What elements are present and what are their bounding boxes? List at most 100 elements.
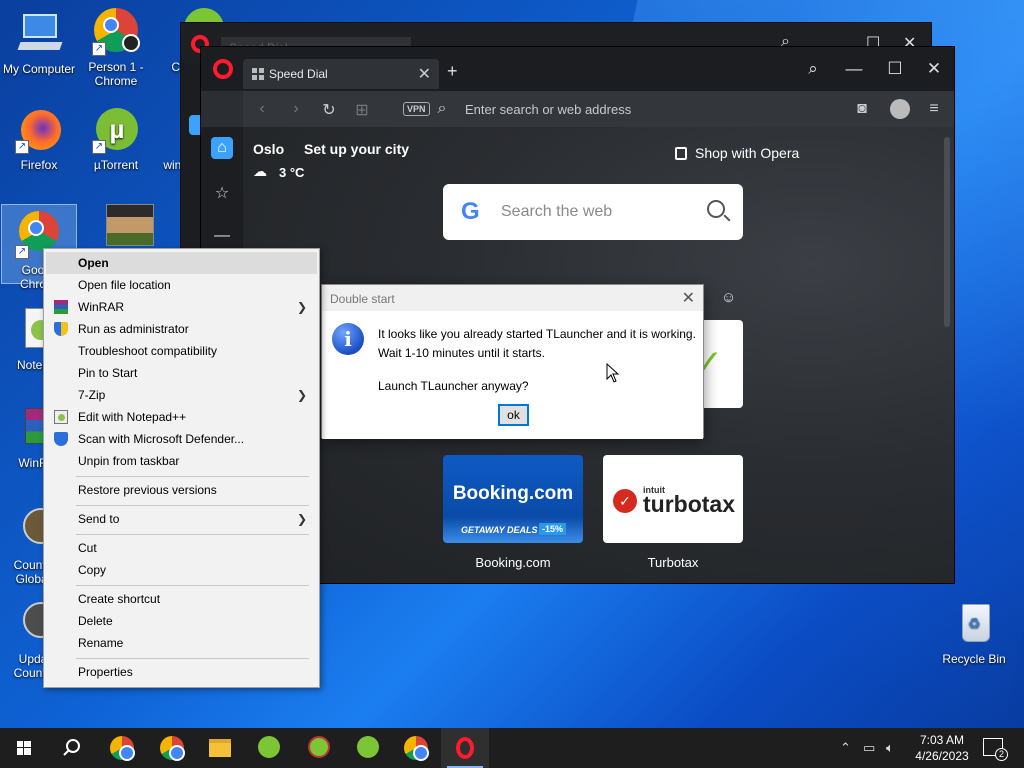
minimize-icon[interactable]: — xyxy=(839,59,869,79)
menu-item-7zip[interactable]: 7-Zip ❯ xyxy=(46,384,317,406)
desktop-icon-utorrent[interactable]: µ ↗ µTorrent xyxy=(78,106,154,172)
menu-item-unpin-from-taskbar[interactable]: Unpin from taskbar xyxy=(46,450,317,472)
menu-item-copy[interactable]: Copy xyxy=(46,559,317,581)
speed-dial-tile-booking[interactable]: Booking.com GETAWAY DEALS -15% xyxy=(443,455,583,543)
easy-setup-icon[interactable]: ≡ xyxy=(923,100,945,118)
menu-item-pin-to-start[interactable]: Pin to Start xyxy=(46,362,317,384)
menu-separator xyxy=(76,534,309,535)
info-icon: i xyxy=(332,323,364,355)
taskbar-chrome-profile[interactable] xyxy=(148,728,196,768)
app-icon xyxy=(308,736,330,758)
menu-item-edit-with-notepad[interactable]: Edit with Notepad++ xyxy=(46,406,317,428)
taskbar-chrome[interactable] xyxy=(98,728,146,768)
forward-icon[interactable]: › xyxy=(285,100,307,118)
tabs-grid-icon[interactable]: ⊞ xyxy=(351,100,373,120)
clock[interactable]: 7:03 AM 4/26/2023 xyxy=(912,732,972,764)
taskbar-file-explorer[interactable] xyxy=(196,728,244,768)
notification-center-icon[interactable]: 2 xyxy=(983,738,1008,761)
home-icon[interactable]: ⌂ xyxy=(211,137,233,159)
vpn-badge[interactable]: VPN xyxy=(403,102,430,116)
profile-avatar-icon[interactable] xyxy=(890,99,910,119)
menu-item-winrar[interactable]: WinRAR ❯ xyxy=(46,296,317,318)
taskbar-app-3[interactable] xyxy=(344,728,392,768)
tile-label-booking[interactable]: Booking.com xyxy=(443,555,583,570)
menu-item-rename[interactable]: Rename xyxy=(46,632,317,654)
back-icon[interactable]: ‹ xyxy=(251,100,273,118)
clock-time: 7:03 AM xyxy=(919,733,965,747)
taskbar-opera[interactable] xyxy=(441,728,489,768)
tab-close-icon[interactable]: ✕ xyxy=(418,64,431,84)
address-input[interactable] xyxy=(465,98,845,120)
search-tabs-icon[interactable]: ⌕ xyxy=(798,59,828,79)
shop-with-opera-link[interactable]: Shop with Opera xyxy=(675,145,799,161)
dialog-body: i It looks like you already started TLau… xyxy=(322,311,703,439)
desktop-icon-my-computer[interactable]: My Computer xyxy=(1,10,77,76)
menu-item-scan-with-defender[interactable]: Scan with Microsoft Defender... xyxy=(46,428,317,450)
menu-item-label: Edit with Notepad++ xyxy=(78,410,187,424)
game-shortcut-icon xyxy=(92,204,154,252)
submenu-arrow-icon: ❯ xyxy=(296,388,307,402)
speed-dial-grid-icon xyxy=(252,68,264,80)
menu-item-restore-previous-versions[interactable]: Restore previous versions xyxy=(46,479,317,501)
uac-shield-icon xyxy=(54,322,68,336)
search-button[interactable] xyxy=(48,728,96,768)
bookmarks-star-icon[interactable]: ☆ xyxy=(211,183,233,205)
desktop-icon-recycle-bin[interactable]: ♻ Recycle Bin xyxy=(936,600,1012,666)
menu-separator xyxy=(76,658,309,659)
menu-item-label: Scan with Microsoft Defender... xyxy=(78,432,245,446)
camera-icon[interactable]: ◙ xyxy=(851,100,873,118)
shop-label: Shop with Opera xyxy=(695,145,800,161)
shortcut-arrow-icon: ↗ xyxy=(15,140,29,154)
start-button[interactable] xyxy=(0,728,48,768)
taskbar-app-1[interactable] xyxy=(245,728,293,768)
google-logo-icon: G xyxy=(461,198,480,225)
app-icon xyxy=(258,736,280,758)
weather-setup-link[interactable]: Set up your city xyxy=(304,141,409,157)
menu-item-run-as-administrator[interactable]: Run as administrator xyxy=(46,318,317,340)
menu-separator xyxy=(76,476,309,477)
dialog-message-line1: It looks like you already started TLaunc… xyxy=(378,327,696,341)
search-icon[interactable] xyxy=(707,200,725,218)
chevron-up-icon[interactable]: ⌃ xyxy=(840,740,851,756)
menu-item-label: Properties xyxy=(78,665,133,679)
desktop-icon-label: Recycle Bin xyxy=(942,652,1006,666)
volume-icon[interactable]: 🔈︎ xyxy=(886,740,894,756)
turbotax-brand: turbotax xyxy=(643,491,735,517)
menu-item-label: Pin to Start xyxy=(78,366,138,380)
speed-dial-tile-turbotax[interactable]: ✓ intuit turbotax xyxy=(603,455,743,543)
menu-item-troubleshoot-compatibility[interactable]: Troubleshoot compatibility xyxy=(46,340,317,362)
titlebar: Speed Dial ✕ + ⌕ — ☐ ✕ xyxy=(201,47,954,91)
dialog-close-icon[interactable]: ✕ xyxy=(682,288,695,308)
menu-item-send-to[interactable]: Send to ❯ xyxy=(46,508,317,530)
menu-item-delete[interactable]: Delete xyxy=(46,610,317,632)
maximize-icon[interactable]: ☐ xyxy=(880,59,910,79)
menu-item-label: WinRAR xyxy=(78,300,125,314)
new-tab-button[interactable]: + xyxy=(447,61,458,82)
dialog-question: Launch TLauncher anyway? xyxy=(378,379,529,393)
menu-item-label: Send to xyxy=(78,512,120,526)
smiley-icon[interactable]: ☺ xyxy=(721,289,736,306)
taskbar-chrome-b[interactable] xyxy=(392,728,440,768)
web-search-input[interactable] xyxy=(501,200,691,224)
taskbar-app-2[interactable] xyxy=(295,728,343,768)
address-bar: ‹ › ↻ ⊞ VPN ⌕ ◙ ≡ xyxy=(243,91,954,127)
desktop-icon-person1-chrome[interactable]: ↗ Person 1 - Chrome xyxy=(78,8,154,88)
ok-button[interactable]: ok xyxy=(498,404,529,426)
reload-icon[interactable]: ↻ xyxy=(318,100,340,120)
google-search-box[interactable]: G xyxy=(443,184,743,240)
tab-speed-dial[interactable]: Speed Dial ✕ xyxy=(243,59,439,89)
tab-title: Speed Dial xyxy=(269,67,328,81)
dialog-message-line2: Wait 1-10 minutes until it starts. xyxy=(378,346,545,360)
menu-item-open-file-location[interactable]: Open file location xyxy=(46,274,317,296)
opera-logo-icon[interactable] xyxy=(213,59,233,79)
firefox-icon: ↗ xyxy=(15,106,63,154)
close-icon[interactable]: ✕ xyxy=(919,59,949,79)
tile-label-turbotax[interactable]: Turbotax xyxy=(603,555,743,570)
menu-item-properties[interactable]: Properties xyxy=(46,661,317,683)
scrollbar[interactable] xyxy=(944,137,950,327)
desktop-icon-firefox[interactable]: ↗ Firefox xyxy=(1,106,77,172)
network-icon[interactable]: ▭ xyxy=(863,740,875,756)
menu-item-create-shortcut[interactable]: Create shortcut xyxy=(46,588,317,610)
menu-item-cut[interactable]: Cut xyxy=(46,537,317,559)
menu-item-open[interactable]: Open xyxy=(46,252,317,274)
